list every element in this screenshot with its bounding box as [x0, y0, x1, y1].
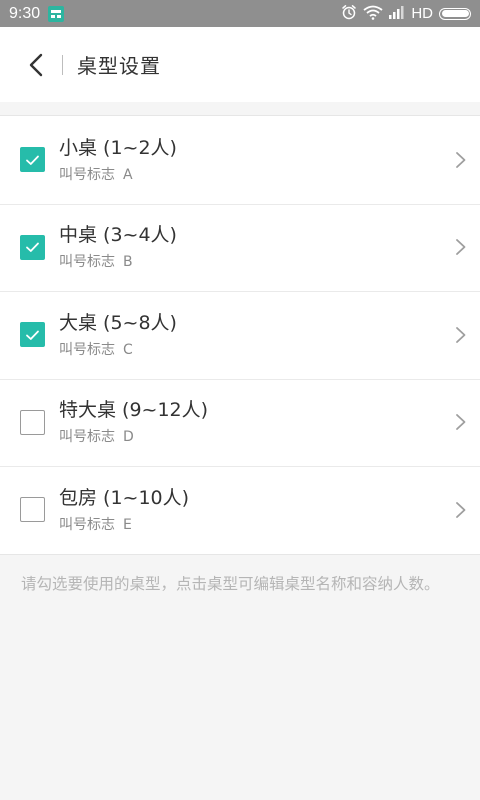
app-header: 桌型设置	[0, 27, 480, 102]
chevron-right-icon	[456, 326, 466, 343]
table-type-text: 大桌 (5~8人) 叫号标志 C	[59, 311, 177, 359]
back-button[interactable]	[23, 50, 49, 80]
wifi-icon	[363, 4, 383, 24]
call-sign-label: 叫号标志	[59, 254, 115, 271]
page-title: 桌型设置	[77, 54, 161, 78]
table-type-name: 特大桌 (9~12人)	[59, 399, 209, 422]
status-bar: 9:30 HD	[0, 0, 480, 27]
call-sign-label: 叫号标志	[59, 166, 115, 183]
battery-icon	[439, 7, 471, 20]
alarm-icon	[341, 4, 357, 24]
table-type-text: 特大桌 (9~12人) 叫号标志 D	[59, 398, 208, 446]
signal-icon	[389, 4, 405, 23]
hint-text: 请勾选要使用的桌型，点击桌型可编辑桌型名称和容纳人数。	[21, 575, 440, 593]
table-type-checkbox[interactable]	[20, 147, 45, 173]
call-sign-line: 叫号标志 D	[59, 428, 208, 446]
table-type-text: 小桌 (1~2人) 叫号标志 A	[59, 136, 177, 184]
chevron-right-icon	[456, 414, 466, 431]
network-type-label: HD	[411, 5, 433, 22]
call-sign-line: 叫号标志 E	[59, 516, 189, 534]
checkmark-icon	[26, 330, 39, 340]
table-type-checkbox[interactable]	[20, 409, 45, 435]
table-type-checkbox[interactable]	[20, 322, 45, 348]
table-type-row[interactable]: 大桌 (5~8人) 叫号标志 C	[0, 291, 480, 379]
table-type-name: 大桌 (5~8人)	[59, 311, 177, 334]
chevron-right-icon	[456, 501, 466, 518]
table-type-name: 包房 (1~10人)	[59, 486, 190, 509]
table-type-name: 小桌 (1~2人)	[59, 136, 177, 159]
table-type-row[interactable]: 中桌 (3~4人) 叫号标志 B	[0, 203, 480, 292]
chevron-left-icon	[29, 53, 43, 76]
table-type-list: 小桌 (1~2人) 叫号标志 A 中桌 (3~4人) 叫号标志 B 大桌 (5~8人…	[0, 115, 480, 555]
chevron-right-icon	[456, 151, 466, 168]
call-sign-line: 叫号标志 B	[59, 253, 177, 271]
status-time: 9:30	[9, 4, 41, 22]
table-type-row[interactable]: 包房 (1~10人) 叫号标志 E	[0, 466, 480, 554]
call-sign-label: 叫号标志	[59, 516, 115, 533]
table-type-row[interactable]: 小桌 (1~2人) 叫号标志 A	[0, 116, 480, 204]
checkmark-icon	[26, 242, 39, 253]
call-sign-line: 叫号标志 A	[59, 166, 177, 184]
table-type-text: 包房 (1~10人) 叫号标志 E	[59, 486, 189, 534]
call-sign-code: B	[123, 254, 133, 271]
call-sign-label: 叫号标志	[59, 341, 115, 358]
call-sign-code: A	[123, 166, 133, 183]
header-divider	[62, 54, 63, 75]
table-type-checkbox[interactable]	[20, 497, 45, 523]
table-type-row[interactable]: 特大桌 (9~12人) 叫号标志 D	[0, 378, 480, 467]
call-sign-code: D	[123, 429, 134, 446]
chevron-right-icon	[456, 239, 466, 256]
call-sign-code: E	[123, 516, 132, 533]
app-notification-icon	[48, 5, 65, 22]
checkmark-icon	[26, 155, 39, 165]
status-icons: HD	[341, 0, 472, 27]
call-sign-label: 叫号标志	[59, 429, 115, 446]
table-type-text: 中桌 (3~4人) 叫号标志 B	[59, 223, 177, 271]
call-sign-code: C	[123, 341, 133, 358]
table-type-checkbox[interactable]	[20, 234, 45, 260]
table-type-name: 中桌 (3~4人)	[59, 224, 177, 247]
call-sign-line: 叫号标志 C	[59, 341, 177, 359]
